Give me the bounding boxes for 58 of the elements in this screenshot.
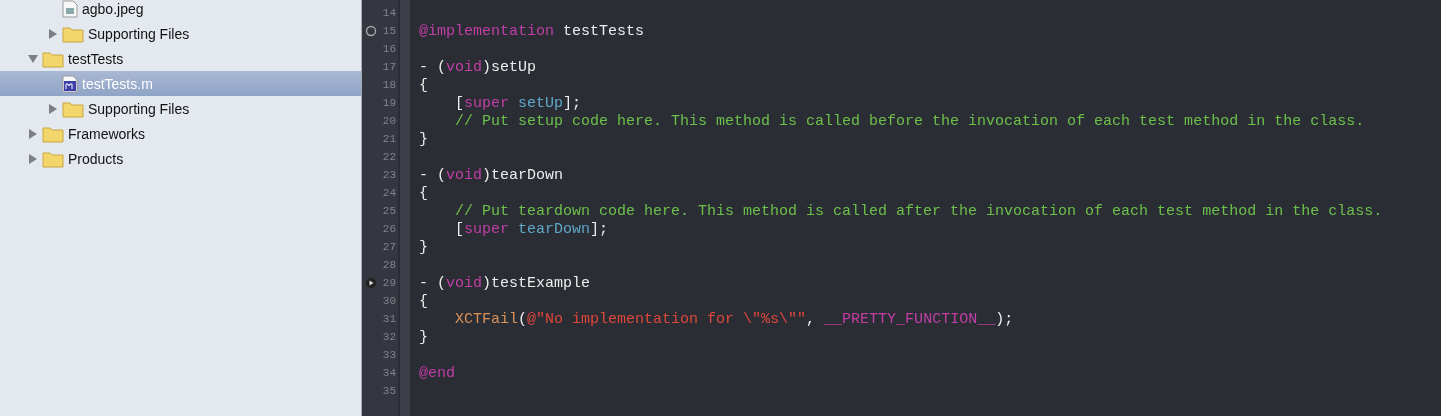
test-play-icon[interactable] (365, 277, 377, 289)
line-number: 17 (382, 61, 397, 73)
code-line: XCTFail(@"No implementation for \"%s\"", __PRETTY_FUNCTION__); (454, 310, 1014, 328)
line-number: 23 (382, 169, 397, 181)
tree-item[interactable]: Supporting Files (0, 21, 361, 46)
code-line: @end (419, 364, 455, 382)
code-line: } (419, 130, 428, 148)
folder-icon (42, 124, 64, 143)
line-number: 16 (382, 43, 397, 55)
folder-icon (62, 99, 84, 118)
line-number: 15 (382, 25, 397, 37)
line-number: 24 (382, 187, 397, 199)
line-number: 33 (382, 349, 397, 361)
line-number: 14 (382, 7, 397, 19)
folder-icon (42, 149, 64, 168)
code-line: // Put teardown code here. This method is called after the invocation of each test method in the class. (454, 202, 1383, 220)
line-number: 22 (382, 151, 397, 163)
line-number: 35 (382, 385, 397, 397)
test-circle-icon[interactable] (365, 25, 377, 37)
line-number: 28 (382, 259, 397, 271)
code-line: { (419, 184, 428, 202)
line-number: 21 (382, 133, 397, 145)
tree-item[interactable]: testTests (0, 46, 361, 71)
collapsed-triangle-icon[interactable] (28, 153, 38, 164)
code-line: } (419, 238, 428, 256)
source-file-icon (62, 74, 78, 93)
folder-icon (62, 24, 84, 43)
line-number: 27 (382, 241, 397, 253)
line-number: 30 (382, 295, 397, 307)
line-number: 31 (382, 313, 397, 325)
image-file-icon (62, 0, 78, 18)
expanded-triangle-icon[interactable] (28, 53, 38, 64)
code-line: [super tearDown]; (454, 220, 609, 238)
tree-item[interactable]: Products (0, 146, 361, 171)
line-number: 19 (382, 97, 397, 109)
code-line: - (void)setUp (419, 58, 537, 76)
collapsed-triangle-icon[interactable] (48, 28, 58, 39)
code-line: - (void)tearDown (419, 166, 564, 184)
tree-item[interactable]: Frameworks (0, 121, 361, 146)
code-line: { (419, 292, 428, 310)
line-number: 26 (382, 223, 397, 235)
line-number: 32 (382, 331, 397, 343)
folder-icon (42, 49, 64, 68)
collapsed-triangle-icon[interactable] (48, 103, 58, 114)
line-number: 18 (382, 79, 397, 91)
code-line: - (void)testExample (419, 274, 591, 292)
line-number: 25 (382, 205, 397, 217)
line-number: 34 (382, 367, 397, 379)
code-line: [super setUp]; (454, 94, 582, 112)
code-line: { (419, 76, 428, 94)
line-number: 20 (382, 115, 397, 127)
tree-item[interactable]: agbo.jpeg (0, 0, 361, 21)
tree-item[interactable]: Supporting Files (0, 96, 361, 121)
collapsed-triangle-icon[interactable] (28, 128, 38, 139)
code-line: // Put setup code here. This method is called before the invocation of each test method in the class. (454, 112, 1365, 130)
code-line: } (419, 328, 428, 346)
line-number: 29 (382, 277, 397, 289)
code-line: @implementation testTests (419, 22, 645, 40)
